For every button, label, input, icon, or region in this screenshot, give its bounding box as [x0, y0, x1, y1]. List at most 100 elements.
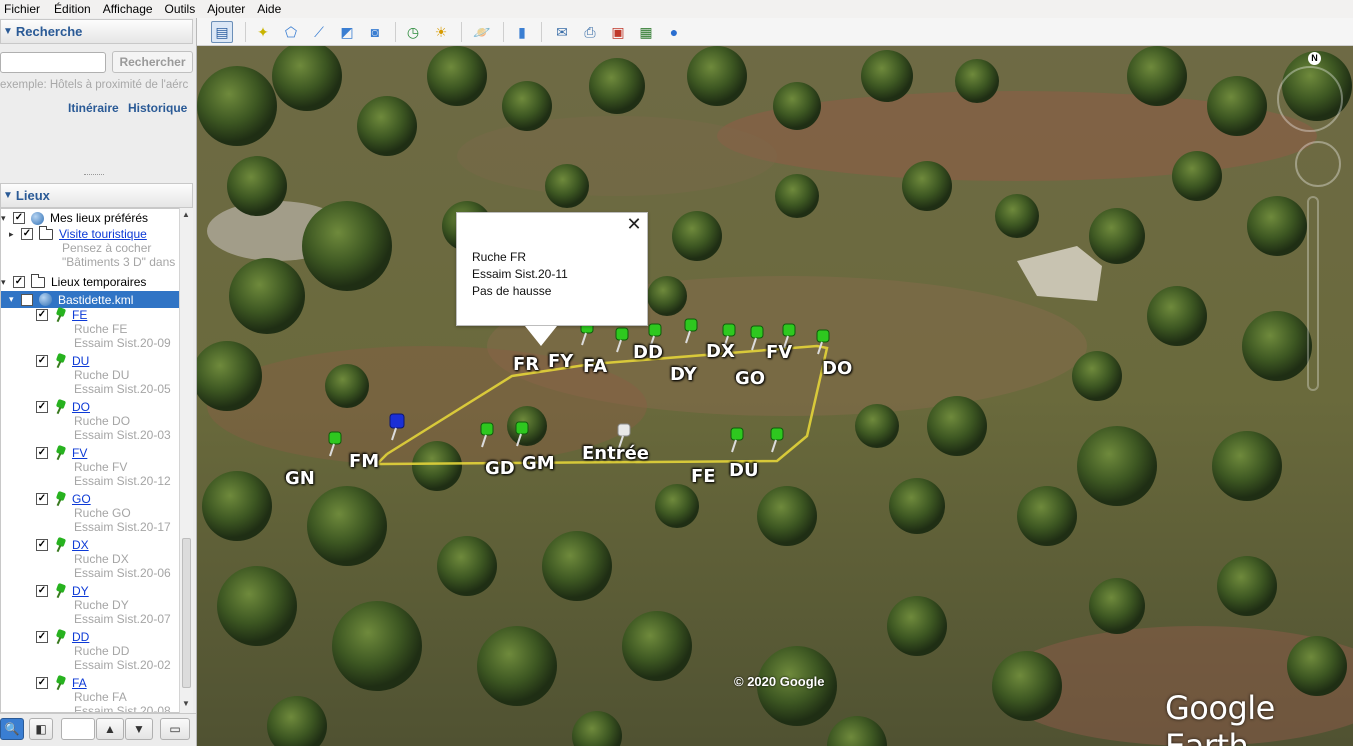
checkbox[interactable]: ✓ — [13, 212, 25, 224]
placemark-name[interactable]: FV — [72, 446, 87, 460]
pan-control-icon[interactable] — [1295, 141, 1341, 187]
checkbox[interactable]: ✓ — [36, 447, 48, 459]
ruler-icon[interactable]: ▮ — [511, 21, 533, 43]
scroll-down-arrow-icon[interactable]: ▼ — [182, 699, 190, 708]
panel-resize-grip[interactable] — [84, 174, 104, 178]
checkbox[interactable]: ✓ — [36, 585, 48, 597]
map-label-fv[interactable]: FV — [766, 342, 792, 363]
close-icon[interactable]: ✕ — [625, 215, 643, 233]
map-label-gd[interactable]: GD — [485, 458, 515, 479]
add-overlay-icon[interactable]: ◩ — [336, 21, 358, 43]
tour-input[interactable] — [61, 718, 95, 740]
sunlight-icon[interactable]: ☀ — [430, 21, 452, 43]
placemark-item-fv[interactable]: ✓ FV — [36, 445, 87, 461]
map-label-dy[interactable]: DY — [670, 364, 697, 385]
planets-icon[interactable]: 🪐 — [471, 21, 493, 43]
history-link[interactable]: Historique — [128, 101, 187, 115]
move-up-icon[interactable]: ▲ — [96, 718, 124, 740]
placemark-item-dy[interactable]: ✓ DY — [36, 583, 89, 599]
tree-item-label[interactable]: Visite touristique — [59, 227, 147, 241]
menu-add[interactable]: Ajouter — [199, 2, 249, 16]
checkbox[interactable]: ✓ — [13, 276, 25, 288]
placemark-name[interactable]: DO — [72, 400, 90, 414]
earth-gallery-icon[interactable]: ● — [663, 21, 685, 43]
scroll-up-arrow-icon[interactable]: ▲ — [182, 210, 190, 219]
checkbox[interactable]: ✓ — [36, 539, 48, 551]
print-icon[interactable]: ⎙ — [579, 21, 601, 43]
zoom-slider[interactable] — [1307, 196, 1319, 391]
checkbox[interactable]: ✓ — [36, 631, 48, 643]
tree-item-temporary-places[interactable]: ▾ ✓ Lieux temporaires — [1, 273, 146, 290]
search-panel-header[interactable]: ▼ Recherche — [0, 19, 193, 44]
placemark-item-du[interactable]: ✓ DU — [36, 353, 89, 369]
map-label-fm[interactable]: FM — [349, 451, 379, 472]
view-in-maps-icon[interactable]: ▦ — [635, 21, 657, 43]
tree-item-my-places[interactable]: ▾ ✓ Mes lieux préférés — [1, 210, 148, 226]
placemark-item-dx[interactable]: ✓ DX — [36, 537, 89, 553]
placemark-name[interactable]: GO — [72, 492, 91, 506]
map-label-dd[interactable]: DD — [633, 342, 663, 363]
expand-arrow-icon[interactable]: ▾ — [1, 277, 11, 288]
search-input[interactable] — [0, 52, 106, 73]
expand-arrow-icon[interactable]: ▾ — [9, 294, 19, 305]
placemark-item-dd[interactable]: ✓ DD — [36, 629, 89, 645]
earth-3d-view[interactable]: FR FY FA DD DY DX GO FV DO GN FM GD GM E… — [197, 46, 1353, 746]
placemark-item-fe[interactable]: ✓ FE — [36, 307, 87, 323]
add-placemark-icon[interactable]: ✦ — [252, 21, 274, 43]
map-label-go[interactable]: GO — [735, 368, 765, 389]
add-path-icon[interactable]: ⟋ — [308, 21, 330, 43]
map-label-gm[interactable]: GM — [522, 453, 555, 474]
checkbox[interactable]: ✓ — [36, 493, 48, 505]
placemark-name[interactable]: DU — [72, 354, 89, 368]
map-label-du[interactable]: DU — [729, 460, 759, 481]
map-label-entree[interactable]: Entrée — [582, 443, 649, 464]
move-down-icon[interactable]: ▼ — [125, 718, 153, 740]
places-panel-header[interactable]: ▼ Lieux — [0, 183, 193, 208]
map-label-fa[interactable]: FA — [583, 356, 607, 377]
historical-imagery-icon[interactable]: ◷ — [402, 21, 424, 43]
menu-help[interactable]: Aide — [249, 2, 285, 16]
checkbox[interactable]: ✓ — [21, 293, 33, 306]
compass-north-icon[interactable]: N — [1308, 52, 1321, 65]
placemark-name[interactable]: DY — [72, 584, 89, 598]
menu-edit[interactable]: Édition — [44, 2, 95, 16]
map-label-fr[interactable]: FR — [513, 354, 539, 375]
tree-item-kml-selected[interactable]: ▾ ✓ Bastidette.kml — [1, 291, 180, 308]
placemark-item-go[interactable]: ✓ GO — [36, 491, 91, 507]
places-scrollbar[interactable]: ▲ ▼ — [179, 208, 193, 713]
search-button[interactable]: Rechercher — [112, 51, 193, 73]
checkbox[interactable]: ✓ — [21, 228, 33, 240]
sidebar-toggle-icon[interactable]: ▤ — [211, 21, 233, 43]
tree-item-tour[interactable]: ▸ ✓ Visite touristique — [9, 225, 147, 242]
checkbox[interactable]: ✓ — [36, 355, 48, 367]
email-icon[interactable]: ✉ — [551, 21, 573, 43]
scrollbar-thumb[interactable] — [182, 538, 191, 688]
map-label-fe[interactable]: FE — [691, 466, 716, 487]
menu-tools[interactable]: Outils — [157, 2, 200, 16]
map-label-gn[interactable]: GN — [285, 468, 315, 489]
placemark-item-fa[interactable]: ✓ FA — [36, 675, 87, 691]
checkbox[interactable]: ✓ — [36, 401, 48, 413]
map-label-fy[interactable]: FY — [548, 351, 573, 372]
itinerary-link[interactable]: Itinéraire — [68, 101, 119, 115]
menu-file[interactable]: Fichier — [0, 2, 44, 16]
checkbox[interactable]: ✓ — [36, 309, 48, 321]
placemark-name[interactable]: FA — [72, 676, 87, 690]
placemark-name[interactable]: DX — [72, 538, 89, 552]
save-image-icon[interactable]: ▣ — [607, 21, 629, 43]
menu-view[interactable]: Affichage — [95, 2, 157, 16]
add-polygon-icon[interactable]: ⬠ — [280, 21, 302, 43]
layers-toggle-icon[interactable]: ◧ — [29, 718, 53, 740]
placemark-name[interactable]: DD — [72, 630, 89, 644]
record-tour-icon[interactable]: ◙ — [364, 21, 386, 43]
compass-ring[interactable] — [1277, 66, 1343, 132]
map-label-dx[interactable]: DX — [706, 341, 735, 362]
expand-arrow-icon[interactable]: ▸ — [9, 229, 19, 240]
expand-arrow-icon[interactable]: ▾ — [1, 213, 11, 224]
folder-menu-icon[interactable]: ▭ — [160, 718, 190, 740]
search-toggle-icon[interactable]: 🔍 — [0, 718, 24, 740]
placemark-name[interactable]: FE — [72, 308, 87, 322]
map-label-do[interactable]: DO — [822, 358, 852, 379]
placemark-item-do[interactable]: ✓ DO — [36, 399, 90, 415]
checkbox[interactable]: ✓ — [36, 677, 48, 689]
